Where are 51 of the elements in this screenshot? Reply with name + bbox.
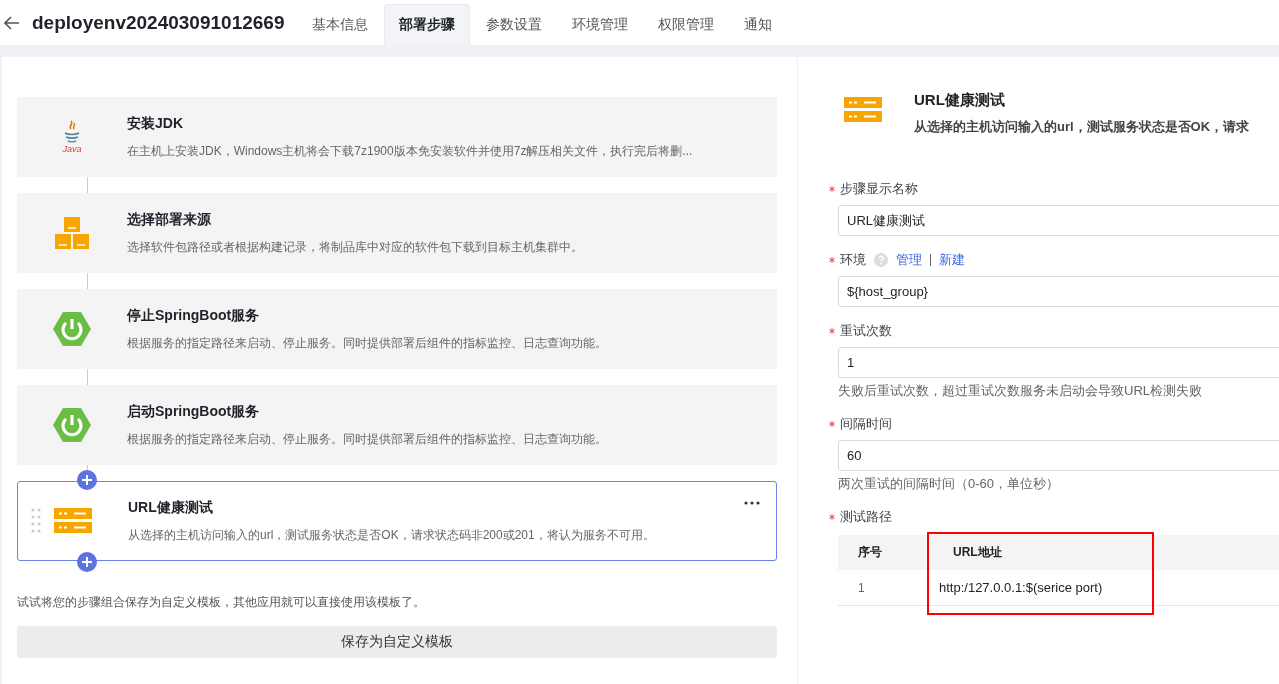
- field-label: 间隔时间: [840, 415, 892, 433]
- power-icon: [53, 407, 91, 443]
- step-description: 选择软件包路径或者根据构建记录，将制品库中对应的软件包下载到目标主机集群中。: [127, 238, 583, 256]
- step-card[interactable]: 选择部署来源 选择软件包路径或者根据构建记录，将制品库中对应的软件包下载到目标主机集群中。: [17, 193, 777, 273]
- link[interactable]: 管理: [896, 251, 922, 269]
- column-header: 序号: [857, 544, 883, 561]
- template-hint: 试试将您的步骤组合保存为自定义模板，其他应用就可以直接使用该模板了。: [17, 594, 426, 611]
- back-icon[interactable]: [4, 15, 20, 30]
- step-description: 根据服务的指定路径来启动、停止服务。同时提供部署后组件的指标监控、日志查询功能。: [127, 430, 607, 448]
- step-title: 启动SpringBoot服务: [127, 402, 261, 421]
- step-title: 安装JDK: [127, 114, 184, 133]
- step-title: 选择部署来源: [127, 210, 212, 229]
- input-field[interactable]: 1: [838, 347, 1279, 378]
- link[interactable]: 新建: [939, 251, 965, 269]
- step-title: 停止SpringBoot服务: [127, 306, 261, 325]
- field-label: 测试路径: [840, 508, 892, 526]
- server-icon: [844, 97, 882, 123]
- step-card[interactable]: Java 安装JDK 在主机上安装JDK，Windows主机将会下载7z1900版本免安装软件并使用7z解压相关文件，执行完后将删...: [17, 97, 777, 177]
- server-icon: [54, 508, 92, 534]
- field-hint: 失败后重试次数，超过重试次数服务未启动会导致URL检测失败: [838, 382, 1203, 400]
- step-description: 根据服务的指定路径来启动、停止服务。同时提供部署后组件的指标监控、日志查询功能。: [127, 334, 607, 352]
- step-card[interactable]: URL健康测试 从选择的主机访问输入的url，测试服务状态是否OK，请求状态码非200或201，将认为服务不可用。: [17, 481, 777, 561]
- table-cell-text: http:/127.0.0.1:$(serice port): [938, 579, 1104, 597]
- step-description: 从选择的主机访问输入的url，测试服务状态是否OK，请求状态码非200或201，将认为服务不可用。: [128, 526, 655, 544]
- tab[interactable]: 环境管理: [558, 4, 643, 45]
- field-label: 环境: [840, 251, 866, 269]
- detail-title: URL健康测试: [914, 91, 1006, 110]
- step-description: 在主机上安装JDK，Windows主机将会下载7z1900版本免安装软件并使用7z解压相关文件，执行完后将删...: [127, 142, 693, 160]
- detail-description: 从选择的主机访问输入的url，测试服务状态是否OK，请求: [914, 118, 1250, 136]
- save-template-button[interactable]: 保存为自定义模板: [17, 626, 777, 658]
- tab[interactable]: 通知: [730, 4, 787, 45]
- column-header: URL地址: [952, 544, 1003, 561]
- tab[interactable]: 部署步骤: [384, 4, 471, 45]
- input-field[interactable]: 60: [838, 440, 1279, 471]
- page-title: deployenv202403091012669: [32, 11, 285, 34]
- tab[interactable]: 基本信息: [298, 4, 383, 45]
- table-cell-text: 1: [857, 579, 866, 597]
- boxes-icon: [54, 215, 90, 251]
- input-field[interactable]: URL健康测试: [838, 205, 1279, 236]
- step-title: URL健康测试: [128, 498, 214, 517]
- more-icon[interactable]: [744, 501, 760, 505]
- field-hint: 两次重试的间隔时间（0-60，单位秒）: [838, 475, 1061, 493]
- input-field[interactable]: ${host_group}: [838, 276, 1279, 307]
- tab[interactable]: 参数设置: [472, 4, 557, 45]
- drag-handle-icon[interactable]: [31, 508, 41, 534]
- field-label: 步骤显示名称: [840, 180, 918, 198]
- field-label: 重试次数: [840, 322, 892, 340]
- tab[interactable]: 权限管理: [644, 4, 729, 45]
- step-card[interactable]: 启动SpringBoot服务 根据服务的指定路径来启动、停止服务。同时提供部署后组件的指标监控、日志查询功能。: [17, 385, 777, 465]
- step-card[interactable]: 停止SpringBoot服务 根据服务的指定路径来启动、停止服务。同时提供部署后组件的指标监控、日志查询功能。: [17, 289, 777, 369]
- power-icon: [53, 311, 91, 347]
